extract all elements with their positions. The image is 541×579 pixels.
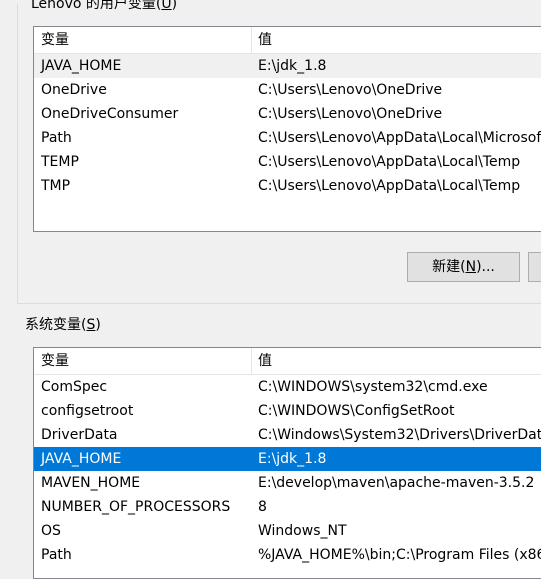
system-row-path[interactable]: Path %JAVA_HOME%\bin;C:\Program Files (x… [34, 543, 541, 567]
variable-name: Path [41, 547, 72, 563]
variable-value: E:\jdk_1.8 [258, 451, 327, 467]
user-row-tmp[interactable]: TMP C:\Users\Lenovo\AppData\Local\Temp [34, 174, 541, 198]
variable-value: Windows_NT [258, 523, 347, 539]
system-list-header: 变量 值 [34, 348, 541, 375]
system-row-configsetroot[interactable]: configsetroot C:\WINDOWS\ConfigSetRoot [34, 399, 541, 423]
system-row-driverdata[interactable]: DriverData C:\Windows\System32\Drivers\D… [34, 423, 541, 447]
variable-name: OneDrive [41, 82, 107, 98]
variable-name: JAVA_HOME [41, 451, 122, 467]
variable-name: MAVEN_HOME [41, 475, 141, 491]
column-separator[interactable] [251, 27, 252, 53]
variable-name: TMP [41, 178, 71, 194]
user-list-header: 变量 值 [34, 27, 541, 54]
system-variables-list[interactable]: 变量 值 ComSpec C:\WINDOWS\system32\cmd.exe… [33, 347, 541, 579]
variable-name: DriverData [41, 427, 118, 443]
variable-name: configsetroot [41, 403, 134, 419]
system-row-number-of-processors[interactable]: NUMBER_OF_PROCESSORS 8 [34, 495, 541, 519]
column-header-name[interactable]: 变量 [41, 348, 69, 374]
column-header-name[interactable]: 变量 [41, 27, 69, 53]
user-row-java-home[interactable]: JAVA_HOME E:\jdk_1.8 [34, 54, 541, 78]
variable-name: NUMBER_OF_PROCESSORS [41, 499, 231, 515]
variable-value: C:\Users\Lenovo\AppData\Local\Temp [258, 154, 521, 170]
variable-value: C:\WINDOWS\system32\cmd.exe [258, 379, 488, 395]
variable-value: 8 [258, 499, 267, 515]
user-row-onedrive[interactable]: OneDrive C:\Users\Lenovo\OneDrive [34, 78, 541, 102]
variable-name: OneDriveConsumer [41, 106, 179, 122]
variable-value: C:\Users\Lenovo\OneDrive [258, 82, 443, 98]
system-row-maven-home[interactable]: MAVEN_HOME E:\develop\maven\apache-maven… [34, 471, 541, 495]
edit-user-variable-button[interactable] [528, 252, 541, 282]
variable-name: OS [41, 523, 61, 539]
variable-value: C:\Users\Lenovo\AppData\Local\Temp [258, 178, 521, 194]
system-row-comspec[interactable]: ComSpec C:\WINDOWS\system32\cmd.exe [34, 375, 541, 399]
variable-name: ComSpec [41, 379, 108, 395]
variable-value: E:\develop\maven\apache-maven-3.5.2 [258, 475, 535, 491]
column-header-value[interactable]: 值 [258, 27, 272, 53]
user-row-onedriveconsumer[interactable]: OneDriveConsumer C:\Users\Lenovo\OneDriv… [34, 102, 541, 126]
variable-value: C:\WINDOWS\ConfigSetRoot [258, 403, 455, 419]
variable-name: JAVA_HOME [41, 58, 122, 74]
user-row-temp[interactable]: TEMP C:\Users\Lenovo\AppData\Local\Temp [34, 150, 541, 174]
system-variables-title: 系统变量(S) [25, 317, 101, 333]
new-user-variable-button[interactable]: 新建(N)... [407, 252, 520, 282]
variable-value: E:\jdk_1.8 [258, 58, 327, 74]
user-variables-list[interactable]: 变量 值 JAVA_HOME E:\jdk_1.8 OneDrive C:\Us… [33, 26, 541, 232]
user-variables-title: Lenovo 的用户变量(U) [30, 0, 179, 13]
column-separator[interactable] [251, 348, 252, 374]
variable-name: Path [41, 130, 72, 146]
user-row-path[interactable]: Path C:\Users\Lenovo\AppData\Local\Micro… [34, 126, 541, 150]
variable-value: C:\Users\Lenovo\AppData\Local\Microsoft [258, 130, 541, 146]
system-row-os[interactable]: OS Windows_NT [34, 519, 541, 543]
variable-value: %JAVA_HOME%\bin;C:\Program Files (x86) [258, 547, 541, 563]
variable-value: C:\Windows\System32\Drivers\DriverData [258, 427, 541, 443]
column-header-value[interactable]: 值 [258, 348, 272, 374]
variable-name: TEMP [41, 154, 79, 170]
system-row-java-home[interactable]: JAVA_HOME E:\jdk_1.8 [34, 447, 541, 471]
variable-value: C:\Users\Lenovo\OneDrive [258, 106, 443, 122]
